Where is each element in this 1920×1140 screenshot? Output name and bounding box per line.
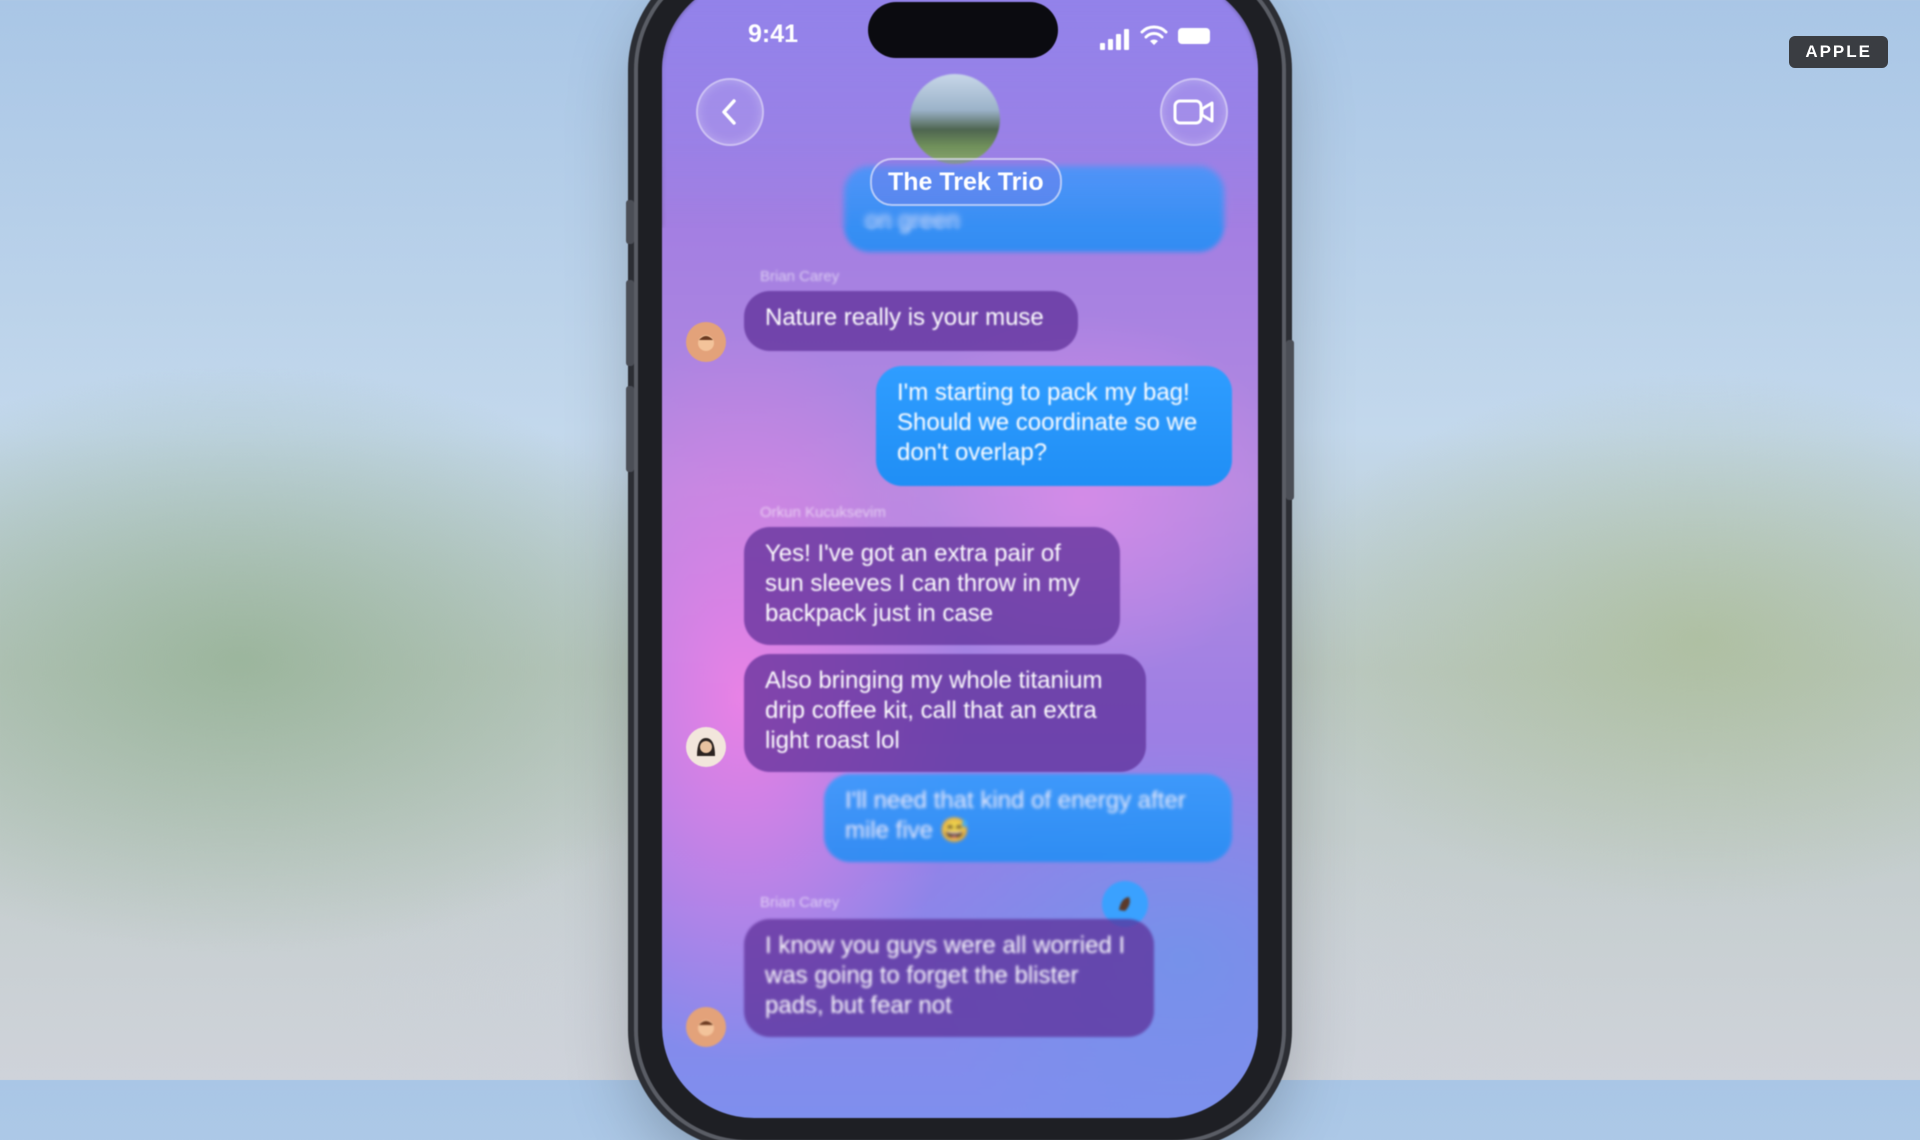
action-button: [626, 200, 634, 244]
side-button: [1286, 340, 1294, 500]
memoji-orkun-icon: [697, 738, 715, 756]
status-bar: 9:41: [662, 2, 1258, 58]
message-text: Nature really is your muse: [765, 304, 1044, 331]
message-text: I'll need that kind of energy after mile…: [845, 787, 1186, 844]
wifi-icon: [1140, 25, 1168, 45]
message-text: Yes! I've got an extra pair of sun sleev…: [765, 540, 1080, 627]
phone-frame: on green 9:41: [626, 0, 1294, 1140]
back-button[interactable]: [696, 78, 764, 146]
message-bubble-incoming[interactable]: Nature really is your muse: [744, 291, 1078, 351]
message-bubble-incoming[interactable]: Yes! I've got an extra pair of sun sleev…: [744, 527, 1120, 645]
memoji-brian-icon: [698, 335, 714, 351]
avatar: [686, 322, 726, 362]
status-time: 9:41: [748, 20, 799, 48]
volume-up-button: [626, 280, 634, 366]
message-bubble-incoming[interactable]: Also bringing my whole titanium drip cof…: [744, 654, 1146, 772]
message-bubble-incoming[interactable]: I know you guys were all worried I was g…: [744, 919, 1154, 1037]
messages-screen: on green 9:41: [662, 0, 1258, 1118]
sender-name: Brian Carey: [760, 268, 840, 285]
sender-name: Orkun Kucuksevim: [760, 504, 886, 521]
memoji-sticker-icon: [1119, 897, 1130, 911]
video-call-button[interactable]: [1160, 78, 1228, 146]
group-name-pill[interactable]: The Trek Trio: [870, 158, 1062, 206]
group-avatar[interactable]: [910, 74, 1000, 164]
video-camera-icon: [1173, 99, 1214, 125]
dynamic-island: [868, 2, 1058, 58]
cellular-signal-icon: [1100, 28, 1132, 50]
avatar: [686, 1007, 726, 1047]
message-text: Also bringing my whole titanium drip cof…: [765, 667, 1103, 754]
message-text: I know you guys were all worried I was g…: [765, 932, 1126, 1019]
memoji-brian-icon: [698, 1020, 714, 1036]
avatar: [686, 727, 726, 767]
chevron-left-icon: [722, 99, 736, 125]
apple-watermark: APPLE: [1789, 36, 1888, 68]
message-bubble-outgoing[interactable]: I'm starting to pack my bag! Should we c…: [876, 366, 1232, 486]
message-bubble-outgoing[interactable]: I'll need that kind of energy after mile…: [824, 774, 1232, 862]
message-text: I'm starting to pack my bag! Should we c…: [897, 379, 1198, 466]
sender-name: Brian Carey: [760, 894, 840, 911]
battery-icon: [1178, 28, 1210, 44]
volume-down-button: [626, 386, 634, 472]
